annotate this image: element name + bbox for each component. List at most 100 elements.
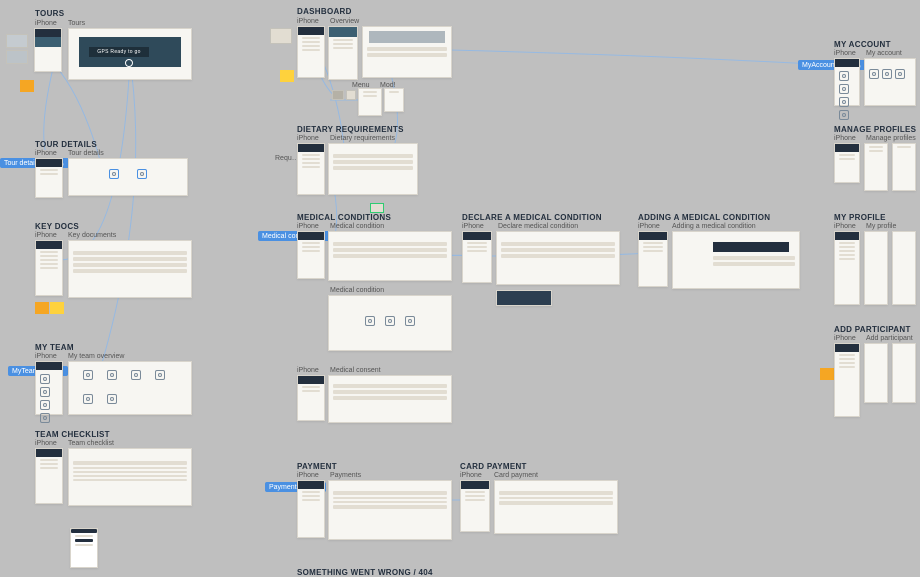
label-iphone-tc: iPhone [35, 440, 57, 447]
label-iphone-kd: iPhone [35, 232, 57, 239]
frame-mp-web-b[interactable] [892, 143, 916, 191]
label-iphone-dashboard: iPhone [297, 18, 319, 25]
section-title-key-docs: KEY DOCS [35, 222, 79, 231]
frame-card-iphone[interactable] [460, 480, 490, 532]
label-web-mp: Manage profiles [866, 135, 916, 142]
frame-tc-iphone[interactable] [35, 448, 63, 504]
section-title-myteam: MY TEAM [35, 343, 74, 352]
frame-payment-web[interactable] [328, 480, 452, 540]
sticky-kd-a[interactable] [35, 302, 49, 314]
frame-mp-iphone[interactable] [834, 143, 860, 183]
frame-mc-web[interactable] [328, 231, 452, 281]
frame-kd-web[interactable] [68, 240, 192, 298]
frame-tours-web[interactable]: GPS Ready to go [68, 28, 192, 80]
frame-myaccount-web[interactable] [864, 58, 916, 106]
frame-consent-web[interactable] [328, 375, 452, 423]
frame-payment-iphone[interactable] [297, 480, 325, 538]
thumb-dietary-confirm[interactable] [370, 203, 384, 213]
label-web-card: Card payment [494, 472, 538, 479]
label-web-tours: Tours [68, 20, 85, 27]
frame-dash-iphone[interactable] [297, 26, 325, 78]
section-title-tour-details: TOUR DETAILS [35, 140, 97, 149]
frame-myprofile-web-b[interactable] [892, 231, 916, 305]
section-title-manage-profiles: MANAGE PROFILES [834, 125, 916, 134]
frame-adding-iphone[interactable] [638, 231, 668, 287]
label-iphone-declare: iPhone [462, 223, 484, 230]
label-iphone-tours: iPhone [35, 20, 57, 27]
label-web-adding: Adding a medical condition [672, 223, 756, 230]
frame-myprofile-web-a[interactable] [864, 231, 888, 305]
sticky-ap[interactable] [820, 368, 834, 380]
section-title-add-participant: ADD PARTICIPANT [834, 325, 911, 334]
section-title-dashboard: DASHBOARD [297, 7, 352, 16]
label-mc-row2: Medical condition [330, 287, 384, 294]
frame-modal-a[interactable] [358, 88, 382, 116]
frame-mc-iphone[interactable] [297, 231, 325, 279]
label-web-mc: Medical condition [330, 223, 384, 230]
frame-mc-web2[interactable] [328, 295, 452, 351]
frame-myprofile-iphone[interactable] [834, 231, 860, 305]
frame-kd-iphone[interactable] [35, 240, 63, 296]
label-consent: Medical consent [330, 367, 381, 374]
label-iphone-ap: iPhone [834, 335, 856, 342]
label-web-payment: Payments [330, 472, 361, 479]
frame-dash-web-a[interactable] [328, 26, 358, 80]
section-title-tours: TOURS [35, 9, 64, 18]
thumb-menu-a[interactable] [332, 90, 344, 100]
sticky-note[interactable] [20, 80, 34, 92]
sticky-kd-b[interactable] [50, 302, 64, 314]
thumb-dash[interactable] [270, 28, 292, 44]
thumb-hero-a[interactable] [6, 34, 28, 48]
frame-td-iphone[interactable] [35, 158, 63, 198]
section-title-payment: PAYMENT [297, 462, 337, 471]
label-iphone-myaccount: iPhone [834, 50, 856, 57]
hero-title: GPS Ready to go [89, 47, 149, 57]
frame-myaccount-iphone[interactable] [834, 58, 860, 106]
play-icon [125, 59, 133, 67]
label-iphone-mp: iPhone [834, 135, 856, 142]
label-web-td: Tour details [68, 150, 104, 157]
frame-adding-web[interactable] [672, 231, 800, 289]
label-iphone-dietary: iPhone [297, 135, 319, 142]
frame-declare-web[interactable] [496, 231, 620, 285]
label-web-dashboard: Overview [330, 18, 359, 25]
frame-ap-web-a[interactable] [864, 343, 888, 403]
frame-modal-b[interactable] [384, 88, 404, 112]
label-iphone-payment: iPhone [297, 472, 319, 479]
frame-myteam-iphone[interactable] [35, 361, 63, 415]
frame-ap-web-b[interactable] [892, 343, 916, 403]
thumb-menu-b[interactable] [346, 90, 356, 100]
frame-dietary-web[interactable] [328, 143, 418, 195]
frame-tc-extra[interactable] [70, 528, 98, 568]
frame-mp-web-a[interactable] [864, 143, 888, 191]
frame-tc-web[interactable] [68, 448, 192, 506]
label-iphone-td: iPhone [35, 150, 57, 157]
frame-declare-iphone[interactable] [462, 231, 492, 283]
section-title-declare: DECLARE A MEDICAL CONDITION [462, 213, 602, 222]
label-consent-iphone: iPhone [297, 367, 319, 374]
label-web-tc: Team checklist [68, 440, 114, 447]
section-title-medical: MEDICAL CONDITIONS [297, 213, 391, 222]
frame-myteam-web[interactable] [68, 361, 192, 415]
section-title-dietary: DIETARY REQUIREMENTS [297, 125, 404, 134]
label-web-myaccount: My account [866, 50, 902, 57]
label-web-declare: Declare medical condition [498, 223, 578, 230]
label-web-kd: Key documents [68, 232, 116, 239]
label-iphone-mc: iPhone [297, 223, 319, 230]
thumb-hero-b[interactable] [6, 50, 28, 64]
sticky-note-dash[interactable] [280, 70, 294, 82]
frame-card-web[interactable] [494, 480, 618, 534]
label-web-ap: Add participant [866, 335, 913, 342]
label-web-myprofile: My profile [866, 223, 896, 230]
frame-dietary-iphone[interactable] [297, 143, 325, 195]
frame-ap-iphone[interactable] [834, 343, 860, 417]
frame-dash-web-b[interactable] [362, 26, 452, 78]
frame-declare-tooltip[interactable] [496, 290, 552, 306]
frame-consent-iphone[interactable] [297, 375, 325, 421]
label-iphone-myprofile: iPhone [834, 223, 856, 230]
frame-tours-iphone[interactable] [34, 28, 62, 72]
frame-td-web[interactable] [68, 158, 188, 196]
section-title-my-profile: MY PROFILE [834, 213, 886, 222]
figma-canvas[interactable]: TOURS iPhone Tours GPS Ready to go DASHB… [0, 0, 920, 575]
label-iphone-myteam: iPhone [35, 353, 57, 360]
